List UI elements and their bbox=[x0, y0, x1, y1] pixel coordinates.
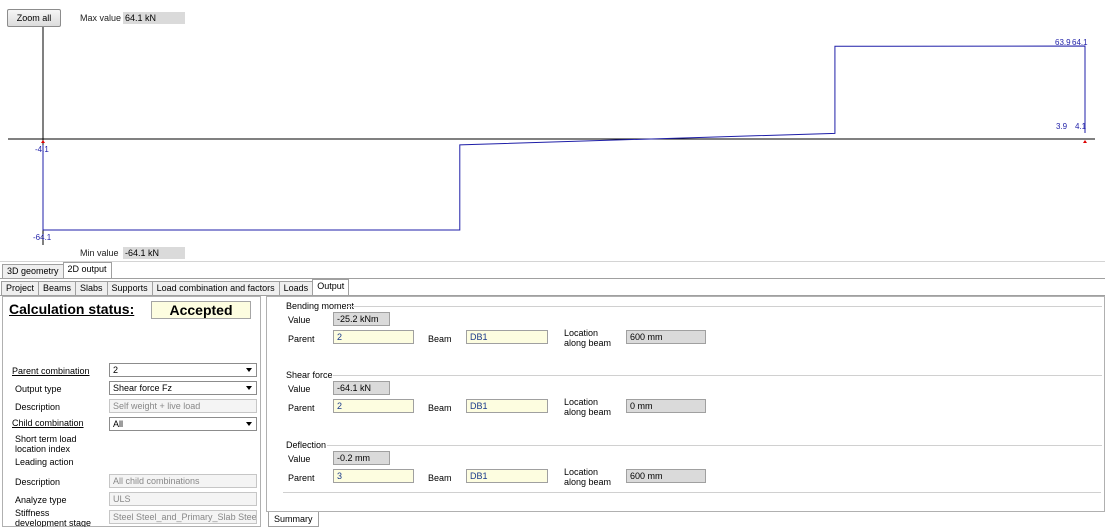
zoom-all-button[interactable]: Zoom all bbox=[7, 9, 61, 27]
short-term-load-label: Short term load location index bbox=[15, 434, 77, 454]
description2-label: Description bbox=[15, 477, 61, 487]
shear-force-title: Shear force bbox=[286, 370, 333, 380]
support-marker-left bbox=[41, 140, 45, 143]
chevron-down-icon bbox=[246, 368, 252, 372]
data-label-0: -4.1 bbox=[35, 145, 49, 154]
data-label-5: 4.1 bbox=[1075, 122, 1087, 131]
deflection-parent[interactable]: 3 bbox=[333, 469, 414, 483]
shear-force-series-line bbox=[42, 45, 1086, 231]
view-tabs: 3D geometry 2D output bbox=[0, 262, 112, 278]
main-tabs: Project Beams Slabs Supports Load combin… bbox=[0, 279, 350, 295]
parent-label: Parent bbox=[288, 334, 315, 344]
tab-supports[interactable]: Supports bbox=[106, 281, 153, 295]
location-label: Location along beam bbox=[564, 397, 612, 417]
parent-combination-select[interactable]: 2 bbox=[109, 363, 257, 377]
max-value-field: 64.1 kN bbox=[123, 12, 185, 24]
beam-label: Beam bbox=[428, 473, 452, 483]
leading-action-label: Leading action bbox=[15, 457, 74, 467]
shear-force-parent[interactable]: 2 bbox=[333, 399, 414, 413]
chevron-down-icon bbox=[246, 422, 252, 426]
stiffness-label: Stiffness development stage bbox=[15, 508, 92, 527]
parent-combination-value: 2 bbox=[113, 365, 119, 375]
deflection-beam[interactable]: DB1 bbox=[466, 469, 548, 483]
max-value-label: Max value bbox=[80, 13, 122, 23]
group-divider bbox=[327, 445, 1102, 446]
combination-panel: Calculation status: Accepted Parent comb… bbox=[2, 296, 261, 527]
value-label: Value bbox=[288, 315, 311, 325]
shear-force-location: 0 mm bbox=[626, 399, 706, 413]
tab-load-combination[interactable]: Load combination and factors bbox=[151, 281, 280, 295]
output-type-select[interactable]: Shear force Fz bbox=[109, 381, 257, 395]
deflection-location: 600 mm bbox=[626, 469, 706, 483]
tab-loads[interactable]: Loads bbox=[278, 281, 314, 295]
description-field[interactable]: Self weight + live load bbox=[109, 399, 257, 413]
child-combination-value: All bbox=[113, 419, 124, 429]
value-label: Value bbox=[288, 384, 311, 394]
analyze-type-field[interactable]: ULS bbox=[109, 492, 257, 506]
description-label: Description bbox=[15, 402, 61, 412]
tab-2d-output[interactable]: 2D output bbox=[62, 262, 112, 278]
bending-moment-title: Bending moment bbox=[286, 301, 355, 311]
data-label-2: 63.9 bbox=[1055, 38, 1071, 47]
bending-moment-location: 600 mm bbox=[626, 330, 706, 344]
tab-beams[interactable]: Beams bbox=[38, 281, 77, 295]
data-label-4: 3.9 bbox=[1056, 122, 1068, 131]
output-type-label: Output type bbox=[15, 384, 62, 394]
tab-summary[interactable]: Summary bbox=[268, 512, 319, 527]
stiffness-field[interactable]: Steel Steel_and_Primary_Slab Steel_ bbox=[109, 510, 257, 524]
group-divider bbox=[283, 492, 1101, 493]
description2-field[interactable]: All child combinations bbox=[109, 474, 257, 488]
child-combination-label[interactable]: Child combination bbox=[12, 418, 84, 428]
tab-project[interactable]: Project bbox=[1, 281, 40, 295]
tab-slabs[interactable]: Slabs bbox=[75, 281, 108, 295]
parent-combination-label[interactable]: Parent combination bbox=[12, 366, 90, 376]
min-value-field: -64.1 kN bbox=[123, 247, 185, 259]
min-value-label: Min value bbox=[80, 248, 119, 258]
calculation-status-label: Calculation status: bbox=[9, 301, 135, 317]
data-label-3: 64.1 bbox=[1072, 38, 1088, 47]
bending-moment-value: -25.2 kNm bbox=[333, 312, 390, 326]
deflection-value: -0.2 mm bbox=[333, 451, 390, 465]
location-label: Location along beam bbox=[564, 467, 612, 487]
beam-label: Beam bbox=[428, 334, 452, 344]
group-divider bbox=[333, 375, 1102, 376]
bending-moment-beam[interactable]: DB1 bbox=[466, 330, 548, 344]
output-type-value: Shear force Fz bbox=[113, 383, 173, 393]
child-combination-select[interactable]: All bbox=[109, 417, 257, 431]
bending-moment-parent[interactable]: 2 bbox=[333, 330, 414, 344]
data-label-1: -64.1 bbox=[33, 233, 52, 242]
shear-force-diagram: -4.1 -64.1 63.9 64.1 3.9 4.1 bbox=[8, 14, 1095, 245]
location-label: Location along beam bbox=[564, 328, 612, 348]
analyze-type-label: Analyze type bbox=[15, 495, 67, 505]
shear-force-beam[interactable]: DB1 bbox=[466, 399, 548, 413]
output-results-panel: Bending moment Value -25.2 kNm Parent 2 … bbox=[266, 296, 1105, 512]
parent-label: Parent bbox=[288, 473, 315, 483]
diagram-panel: -4.1 -64.1 63.9 64.1 3.9 4.1 Zoom all Max val… bbox=[0, 0, 1105, 262]
group-divider bbox=[347, 306, 1102, 307]
deflection-title: Deflection bbox=[286, 440, 327, 450]
tab-3d-geometry[interactable]: 3D geometry bbox=[2, 264, 64, 278]
shear-force-value: -64.1 kN bbox=[333, 381, 390, 395]
calculation-status-value: Accepted bbox=[151, 301, 251, 319]
value-label: Value bbox=[288, 454, 311, 464]
tab-output[interactable]: Output bbox=[312, 279, 350, 295]
chevron-down-icon bbox=[246, 386, 252, 390]
support-marker-right bbox=[1083, 140, 1087, 143]
beam-label: Beam bbox=[428, 403, 452, 413]
parent-label: Parent bbox=[288, 403, 315, 413]
